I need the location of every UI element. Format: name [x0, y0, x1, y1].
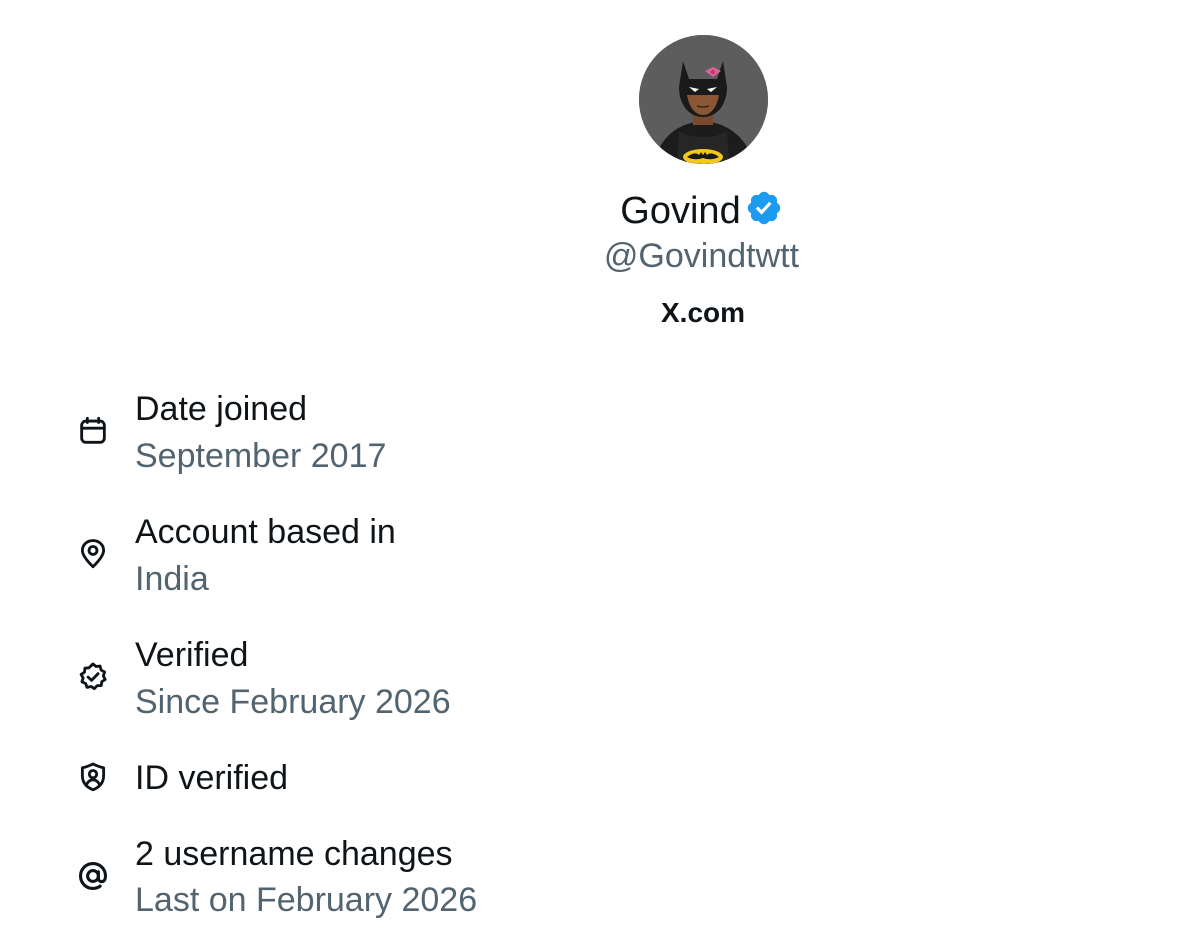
id-shield-icon — [80, 762, 106, 792]
location-pin-icon — [80, 539, 106, 569]
detail-label: Verified — [135, 636, 249, 674]
display-name-row: Govind — [0, 184, 1200, 234]
detail-label: Date joined — [135, 390, 308, 428]
profile-handle[interactable]: @Govindtwtt — [0, 234, 1200, 278]
detail-label: ID verified — [135, 759, 289, 797]
avatar[interactable] — [639, 35, 768, 164]
verified-check-icon — [79, 662, 107, 691]
calendar-icon — [80, 416, 106, 444]
detail-value: September 2017 — [135, 437, 387, 475]
detail-value: Since February 2026 — [135, 683, 451, 721]
site-label: X.com — [660, 297, 746, 328]
detail-label: Account based in — [135, 513, 396, 551]
display-name: Govind — [620, 189, 741, 232]
at-sign-icon — [78, 861, 108, 891]
batman-avatar-image — [639, 35, 768, 164]
detail-value: Last on February 2026 — [135, 881, 478, 919]
verified-badge-icon — [747, 191, 780, 225]
detail-label: 2 username changes — [135, 835, 453, 873]
detail-value: India — [135, 560, 209, 598]
